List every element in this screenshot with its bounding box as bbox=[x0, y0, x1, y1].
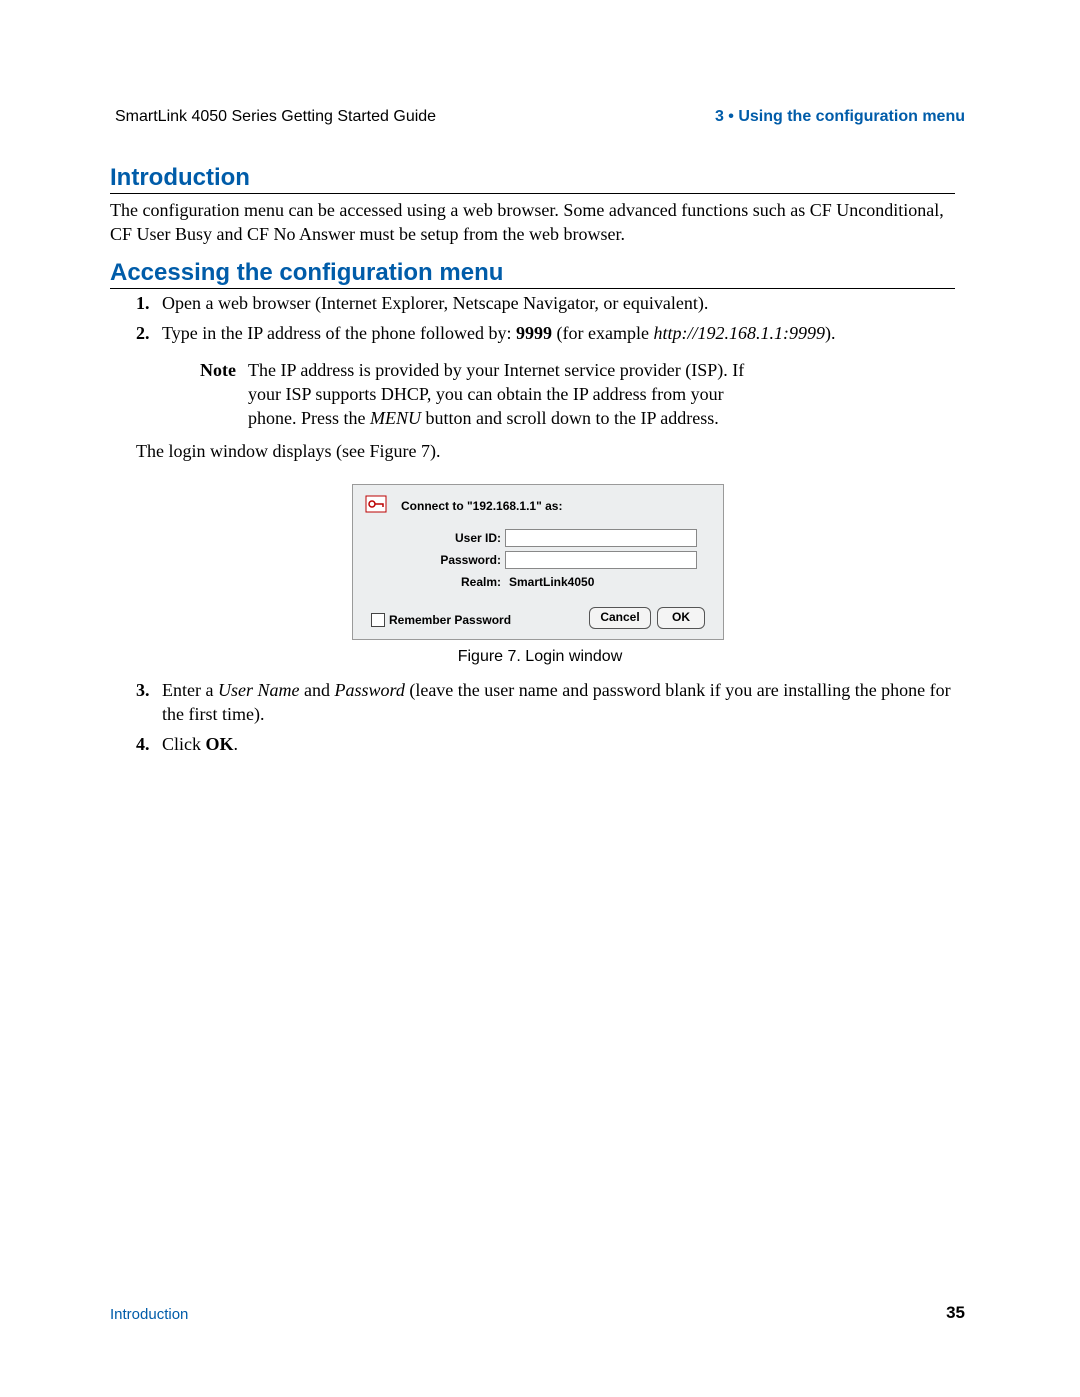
italic-text: http://192.168.1.1:9999 bbox=[653, 323, 825, 343]
ordered-list: 3. Enter a User Name and Password (leave… bbox=[136, 678, 956, 762]
bold-text: 9999 bbox=[516, 323, 552, 343]
rule bbox=[110, 193, 955, 194]
text: ). bbox=[825, 323, 836, 343]
note-label: Note bbox=[170, 358, 248, 430]
text: (for example bbox=[552, 323, 653, 343]
bold-text: OK bbox=[206, 734, 234, 754]
userid-label: User ID: bbox=[411, 531, 501, 545]
password-input[interactable] bbox=[505, 551, 697, 569]
rule bbox=[110, 288, 955, 289]
list-text: Open a web browser (Internet Explorer, N… bbox=[162, 291, 956, 315]
text: Enter a bbox=[162, 680, 218, 700]
heading-introduction: Introduction bbox=[110, 164, 250, 192]
text: and bbox=[299, 680, 334, 700]
remember-password-checkbox[interactable]: Remember Password bbox=[371, 613, 511, 627]
list-item: 4. Click OK. bbox=[136, 732, 956, 756]
list-text: Click OK. bbox=[162, 732, 956, 756]
footer-section-name: Introduction bbox=[110, 1306, 188, 1323]
list-item: 3. Enter a User Name and Password (leave… bbox=[136, 678, 956, 726]
cancel-button[interactable]: Cancel bbox=[589, 607, 651, 629]
text: Click bbox=[162, 734, 206, 754]
list-number: 2. bbox=[136, 321, 162, 345]
note-text: The IP address is provided by your Inter… bbox=[248, 358, 768, 430]
paragraph-introduction: The configuration menu can be accessed u… bbox=[110, 198, 955, 246]
italic-text: User Name bbox=[218, 680, 300, 700]
italic-text: MENU bbox=[370, 408, 421, 428]
page-number: 35 bbox=[946, 1303, 965, 1323]
text: button and scroll down to the IP address… bbox=[421, 408, 719, 428]
paragraph-login-line: The login window displays (see Figure 7)… bbox=[136, 441, 440, 462]
list-number: 1. bbox=[136, 291, 162, 315]
realm-label: Realm: bbox=[411, 575, 501, 589]
list-item: 1. Open a web browser (Internet Explorer… bbox=[136, 291, 956, 315]
list-number: 4. bbox=[136, 732, 162, 756]
note-block: Note The IP address is provided by your … bbox=[170, 358, 960, 430]
list-text: Type in the IP address of the phone foll… bbox=[162, 321, 956, 345]
key-icon bbox=[365, 495, 387, 513]
running-header-left: SmartLink 4050 Series Getting Started Gu… bbox=[115, 108, 436, 126]
password-label: Password: bbox=[411, 553, 501, 567]
list-text: Enter a User Name and Password (leave th… bbox=[162, 678, 956, 726]
list-item: 2. Type in the IP address of the phone f… bbox=[136, 321, 956, 345]
realm-value: SmartLink4050 bbox=[509, 575, 594, 589]
heading-accessing: Accessing the configuration menu bbox=[110, 259, 503, 287]
list-number: 3. bbox=[136, 678, 162, 726]
ordered-list: 1. Open a web browser (Internet Explorer… bbox=[136, 291, 956, 351]
ok-button[interactable]: OK bbox=[657, 607, 705, 629]
figure-caption: Figure 7. Login window bbox=[0, 648, 1080, 666]
remember-label: Remember Password bbox=[389, 613, 511, 627]
userid-input[interactable] bbox=[505, 529, 697, 547]
checkbox-icon bbox=[371, 613, 385, 627]
text: . bbox=[234, 734, 239, 754]
document-page: SmartLink 4050 Series Getting Started Gu… bbox=[0, 0, 1080, 1397]
running-header-right: 3 • Using the configuration menu bbox=[715, 108, 965, 126]
italic-text: Password bbox=[334, 680, 404, 700]
login-window: Connect to "192.168.1.1" as: User ID: Pa… bbox=[352, 484, 724, 640]
text: Type in the IP address of the phone foll… bbox=[162, 323, 516, 343]
login-title: Connect to "192.168.1.1" as: bbox=[401, 499, 562, 513]
